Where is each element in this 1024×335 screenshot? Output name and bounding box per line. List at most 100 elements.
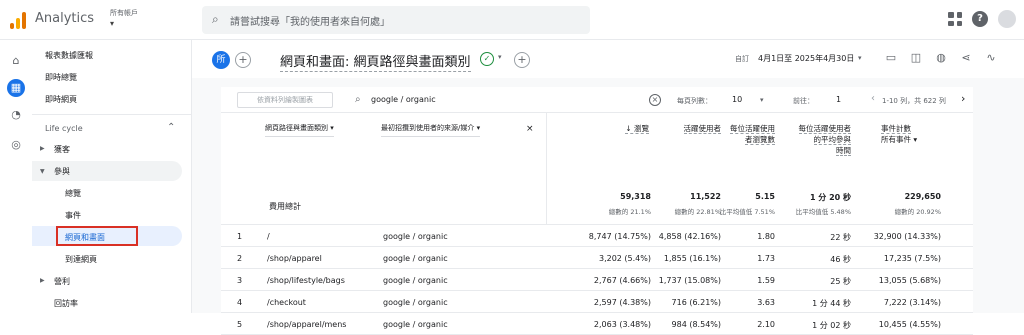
comparison-badge[interactable]: 所 xyxy=(212,51,230,69)
row-number: 4 xyxy=(237,298,243,307)
dimension-label: 網頁路徑與畫面類別 xyxy=(265,124,328,132)
app-name: Analytics xyxy=(35,11,95,26)
column-header-label: ↓ 瀏覽 xyxy=(625,124,649,134)
insights-icon[interactable]: ◍ xyxy=(934,51,948,64)
table-row[interactable]: 2/shop/apparel google / organic 3,202 (5.4… xyxy=(221,248,973,269)
compare-icon[interactable]: ◫ xyxy=(909,51,923,64)
add-button[interactable]: + xyxy=(514,52,530,68)
rows-per-page-select[interactable]: 10 xyxy=(732,95,742,104)
table-header: 網頁路徑與畫面類別 ▾ 最初招攬到使用者的來源/媒介 ▾ × ↓ 瀏覽 活躍使用… xyxy=(221,113,973,225)
nav-item-engagement[interactable]: 參與 xyxy=(54,166,70,177)
avatar[interactable] xyxy=(998,10,1016,28)
column-header-label: 每位活躍使用 xyxy=(730,124,775,134)
trend-icon[interactable]: ∿ xyxy=(984,51,998,64)
column-header-views-per-user[interactable]: 每位活躍使用 者瀏覽數 xyxy=(721,123,775,145)
active-users-cell: 716 (6.21%) xyxy=(671,298,721,307)
chevron-up-icon[interactable]: ⌃ xyxy=(167,122,175,133)
active-users-cell: 1,737 (15.08%) xyxy=(658,276,721,285)
pagination-range: 1-10 列，共 622 列 xyxy=(882,97,946,105)
reports-icon[interactable]: ▦ xyxy=(7,79,25,97)
chevron-down-icon[interactable]: ▼ xyxy=(40,168,45,175)
nav-item-realtime-pages[interactable]: 即時網頁 xyxy=(45,94,77,105)
column-header-label: 活躍使用者 xyxy=(683,124,721,134)
goto-label: 前往： xyxy=(793,97,814,105)
table-row[interactable]: 4/checkout google / organic 2,597 (4.38%) 7… xyxy=(221,292,973,313)
column-header-engagement-time[interactable]: 每位活躍使用者 的平均參與 時間 xyxy=(789,123,851,156)
rows-per-page-label: 每頁列數： xyxy=(677,97,712,105)
total-event-count-sub: 總數的 20.92% xyxy=(894,208,941,216)
clear-icon[interactable]: × xyxy=(649,94,661,106)
plot-rows-button[interactable]: 依資料列繪製圖表 xyxy=(237,92,333,108)
row-number: 3 xyxy=(237,276,243,285)
nav-item-monetization[interactable]: 營利 xyxy=(54,276,70,287)
table-row[interactable]: 5/shop/apparel/mens google / organic 2,063… xyxy=(221,314,973,335)
advertising-icon[interactable]: ◎ xyxy=(7,136,25,154)
remove-dimension-icon[interactable]: × xyxy=(526,124,534,134)
active-users-cell: 4,858 (42.16%) xyxy=(658,232,721,241)
nav-divider xyxy=(32,114,192,115)
column-header-views[interactable]: ↓ 瀏覽 xyxy=(591,123,649,134)
explore-icon[interactable]: ◔ xyxy=(7,106,25,124)
total-views-sub: 總數的 21.1% xyxy=(608,208,651,216)
chevron-down-icon[interactable]: ▾ xyxy=(498,53,502,61)
check-icon[interactable]: ✓ xyxy=(480,52,494,66)
total-views-per-user: 5.15 xyxy=(755,192,775,201)
chevron-down-icon[interactable]: ▾ xyxy=(760,96,764,104)
account-selector[interactable]: 所有帳戶 ▾ xyxy=(110,8,138,28)
chevron-right-icon[interactable]: ▶ xyxy=(40,277,45,284)
goto-input[interactable]: 1 xyxy=(836,95,841,104)
nav-item-retention[interactable]: 回訪率 xyxy=(54,298,78,309)
chevron-right-icon[interactable]: ▶ xyxy=(40,145,45,152)
edit-report-icon[interactable]: ▭ xyxy=(884,51,898,64)
nav-item-overview[interactable]: 總覽 xyxy=(65,188,81,199)
total-event-count: 229,650 xyxy=(904,192,941,201)
page-path: /shop/apparel/mens xyxy=(267,320,347,329)
nav-item-realtime-overview[interactable]: 即時總覽 xyxy=(45,72,77,83)
date-range-value[interactable]: 4月1日至 2025年4月30日 xyxy=(758,53,854,64)
page-title: 網頁和畫面: 網頁路徑與畫面類別 xyxy=(280,51,471,72)
nav-item-snapshot[interactable]: 報表數據匯報 xyxy=(45,50,93,61)
add-comparison-button[interactable]: + xyxy=(235,52,251,68)
event-count-cell: 10,455 (4.55%) xyxy=(878,320,941,329)
column-header-label: 時間 xyxy=(836,146,851,156)
top-bar: Analytics 所有帳戶 ▾ ⌕ 請嘗試搜尋「我的使用者來自何處」 ? xyxy=(0,0,1024,40)
nav-item-landing-page[interactable]: 到達網頁 xyxy=(65,254,97,265)
chevron-down-icon[interactable]: ▾ xyxy=(858,54,862,62)
row-number: 5 xyxy=(237,320,243,329)
total-engagement-time: 1 分 20 秒 xyxy=(809,193,851,202)
date-range-label: 自訂 xyxy=(735,55,749,63)
search-bar[interactable]: ⌕ 請嘗試搜尋「我的使用者來自何處」 xyxy=(202,6,590,34)
next-page-icon[interactable]: › xyxy=(961,92,965,105)
nav-item-acquisition[interactable]: 獲客 xyxy=(54,144,70,155)
main-content: 所 + 網頁和畫面: 網頁路徑與畫面類別 ✓ ▾ + 自訂 4月1日至 2025… xyxy=(192,40,1024,335)
home-icon[interactable]: ⌂ xyxy=(7,52,25,70)
dimension-selector-source[interactable]: 最初招攬到使用者的來源/媒介 ▾ xyxy=(381,123,481,137)
views-per-user-cell: 2.10 xyxy=(757,320,775,329)
page-path: / xyxy=(267,232,270,241)
source-medium: google / organic xyxy=(383,320,448,329)
nav-item-pages-screens[interactable]: 網頁和畫面 xyxy=(65,232,105,243)
nav-item-events[interactable]: 事件 xyxy=(65,210,81,221)
share-icon[interactable]: ⋖ xyxy=(959,51,973,64)
nav-section-lifecycle[interactable]: Life cycle xyxy=(45,124,83,133)
column-header-label: 事件計數 xyxy=(881,124,911,134)
column-header-event-count[interactable]: 事件計數 所有事件 ▾ xyxy=(881,123,941,145)
search-icon: ⌕ xyxy=(212,12,219,26)
total-views: 59,318 xyxy=(620,192,651,201)
help-icon[interactable]: ? xyxy=(972,11,988,27)
column-divider xyxy=(546,113,547,225)
previous-page-icon[interactable]: ‹ xyxy=(871,93,875,104)
source-medium: google / organic xyxy=(383,276,448,285)
dimension-label: 最初招攬到使用者的來源/媒介 xyxy=(381,124,475,132)
column-header-active-users[interactable]: 活躍使用者 xyxy=(661,123,721,134)
page-path: /shop/lifestyle/bags xyxy=(267,276,345,285)
table-search-input[interactable]: google / organic xyxy=(371,95,436,104)
nav-rail: ⌂ ▦ ◔ ◎ xyxy=(0,40,32,313)
table-row[interactable]: 1/google / organic 8,747 (14.75%) 4,858 (4… xyxy=(221,226,973,247)
event-filter-label[interactable]: 所有事件 xyxy=(881,135,911,144)
apps-grid-icon[interactable] xyxy=(948,12,962,26)
dimension-selector-page-path[interactable]: 網頁路徑與畫面類別 ▾ xyxy=(265,123,334,137)
views-per-user-cell: 3.63 xyxy=(757,298,775,307)
table-row[interactable]: 3/shop/lifestyle/bags google / organic 2,7… xyxy=(221,270,973,291)
analytics-logo[interactable] xyxy=(10,11,28,29)
